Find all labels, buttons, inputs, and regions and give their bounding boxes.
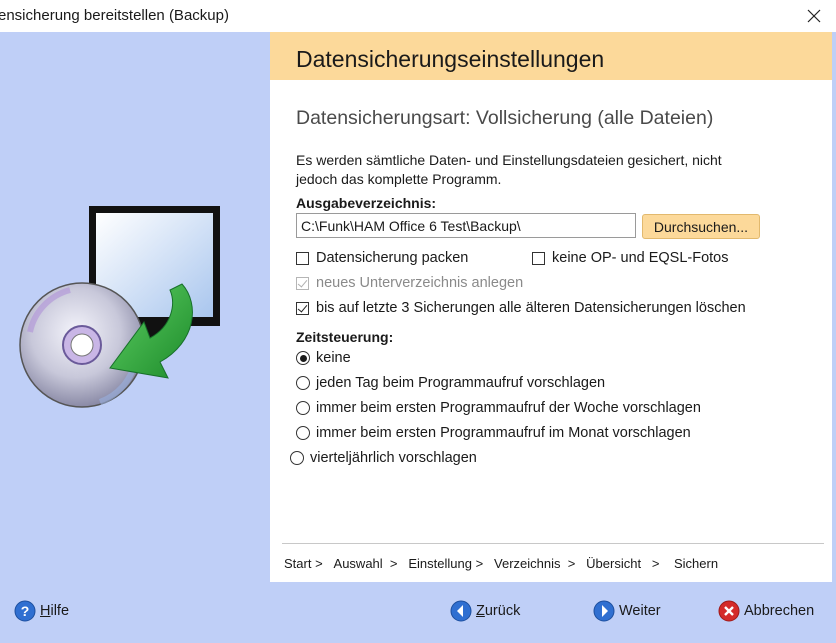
new-subdir-label: neues Unterverzeichnis anlegen — [316, 275, 524, 291]
back-label: urück — [484, 603, 521, 619]
schedule-option-label: keine — [316, 350, 351, 366]
cancel-button[interactable]: Abbrechen — [718, 600, 814, 622]
schedule-option-monthly[interactable]: immer beim ersten Programmaufruf im Mona… — [296, 425, 691, 441]
breadcrumb-item: Einstellung — [408, 556, 472, 571]
next-button[interactable]: Weiter — [593, 600, 661, 622]
schedule-radio[interactable] — [296, 376, 310, 390]
schedule-option-label: immer beim ersten Programmaufruf im Mona… — [316, 425, 691, 441]
footer-bar: ? Hilfe Zurück Weiter Abbrechen — [0, 582, 836, 643]
breadcrumb-separator: > — [560, 556, 583, 571]
schedule-radio[interactable] — [296, 426, 310, 440]
new-subdir-option: neues Unterverzeichnis anlegen — [296, 275, 523, 291]
schedule-option-label: immer beim ersten Programmaufruf der Woc… — [316, 400, 701, 416]
page-header: Datensicherungseinstellungen — [270, 32, 832, 80]
cancel-icon — [718, 600, 740, 622]
window-title: ensicherung bereitstellen (Backup) — [0, 7, 229, 24]
output-dir-input[interactable] — [296, 213, 636, 238]
schedule-option-quarterly[interactable]: vierteljährlich vorschlagen — [290, 450, 477, 466]
page-title: Datensicherungseinstellungen — [296, 46, 605, 72]
close-button[interactable] — [792, 0, 836, 32]
breadcrumb-separator: > — [641, 556, 671, 571]
output-dir-label: Ausgabeverzeichnis: — [296, 195, 437, 211]
help-button[interactable]: ? Hilfe — [14, 600, 69, 622]
help-icon: ? — [14, 600, 36, 622]
schedule-option-label: jeden Tag beim Programmaufruf vorschlage… — [316, 375, 606, 391]
breadcrumb-item: Auswahl — [333, 556, 383, 571]
breadcrumb-item: Start — [284, 556, 312, 571]
schedule-radio[interactable] — [290, 451, 304, 465]
breadcrumb-separator: > — [382, 556, 405, 571]
breadcrumb-item: Übersicht — [586, 556, 642, 571]
side-panel — [0, 32, 270, 582]
schedule-radio[interactable] — [296, 401, 310, 415]
schedule-radio[interactable] — [296, 351, 310, 365]
schedule-option-label: vierteljährlich vorschlagen — [310, 450, 477, 466]
schedule-label: Zeitsteuerung: — [296, 329, 394, 345]
backup-cd-monitor-icon — [19, 206, 220, 408]
breadcrumb-item: Verzeichnis — [494, 556, 561, 571]
window-edge — [832, 32, 836, 582]
schedule-option-none[interactable]: keine — [296, 350, 351, 366]
schedule-option-weekly[interactable]: immer beim ersten Programmaufruf der Woc… — [296, 400, 701, 416]
no-op-fotos-checkbox[interactable] — [532, 251, 545, 265]
pack-option[interactable]: Datensicherung packen — [296, 250, 468, 266]
breadcrumb: Start > Auswahl > Einstellung > Verzeich… — [284, 556, 718, 571]
backup-type-subtitle: Datensicherungsart: Vollsicherung (alle … — [296, 107, 714, 129]
schedule-option-daily[interactable]: jeden Tag beim Programmaufruf vorschlage… — [296, 375, 605, 391]
keep-last-checkbox[interactable] — [296, 301, 309, 315]
main-content: Datensicherungsart: Vollsicherung (alle … — [270, 80, 832, 582]
cancel-label: Abbrechen — [744, 603, 815, 619]
close-icon — [807, 9, 821, 23]
browse-button[interactable]: Durchsuchen... — [642, 214, 760, 239]
keep-last-label: bis auf letzte 3 Sicherungen alle ältere… — [316, 300, 746, 316]
next-label: Weiter — [619, 603, 661, 619]
divider — [282, 543, 824, 544]
breadcrumb-separator: > — [311, 556, 330, 571]
keep-last-option[interactable]: bis auf letzte 3 Sicherungen alle ältere… — [296, 300, 746, 316]
svg-text:?: ? — [21, 603, 30, 619]
pack-label: Datensicherung packen — [316, 250, 469, 266]
back-arrow-icon — [450, 600, 472, 622]
pack-checkbox[interactable] — [296, 251, 309, 265]
no-op-fotos-label: keine OP- und EQSL-Fotos — [552, 250, 729, 266]
title-bar: ensicherung bereitstellen (Backup) — [0, 0, 836, 32]
back-hotkey: Z — [476, 603, 485, 619]
back-button[interactable]: Zurück — [450, 600, 520, 622]
breadcrumb-item: Sichern — [673, 556, 719, 571]
backup-description: Es werden sämtliche Daten- und Einstellu… — [296, 152, 722, 187]
help-label: ilfe — [50, 603, 70, 619]
help-hotkey: H — [40, 603, 51, 619]
no-op-fotos-option[interactable]: keine OP- und EQSL-Fotos — [532, 250, 729, 266]
breadcrumb-separator: > — [471, 556, 491, 571]
new-subdir-checkbox — [296, 276, 309, 290]
next-arrow-icon — [593, 600, 615, 622]
